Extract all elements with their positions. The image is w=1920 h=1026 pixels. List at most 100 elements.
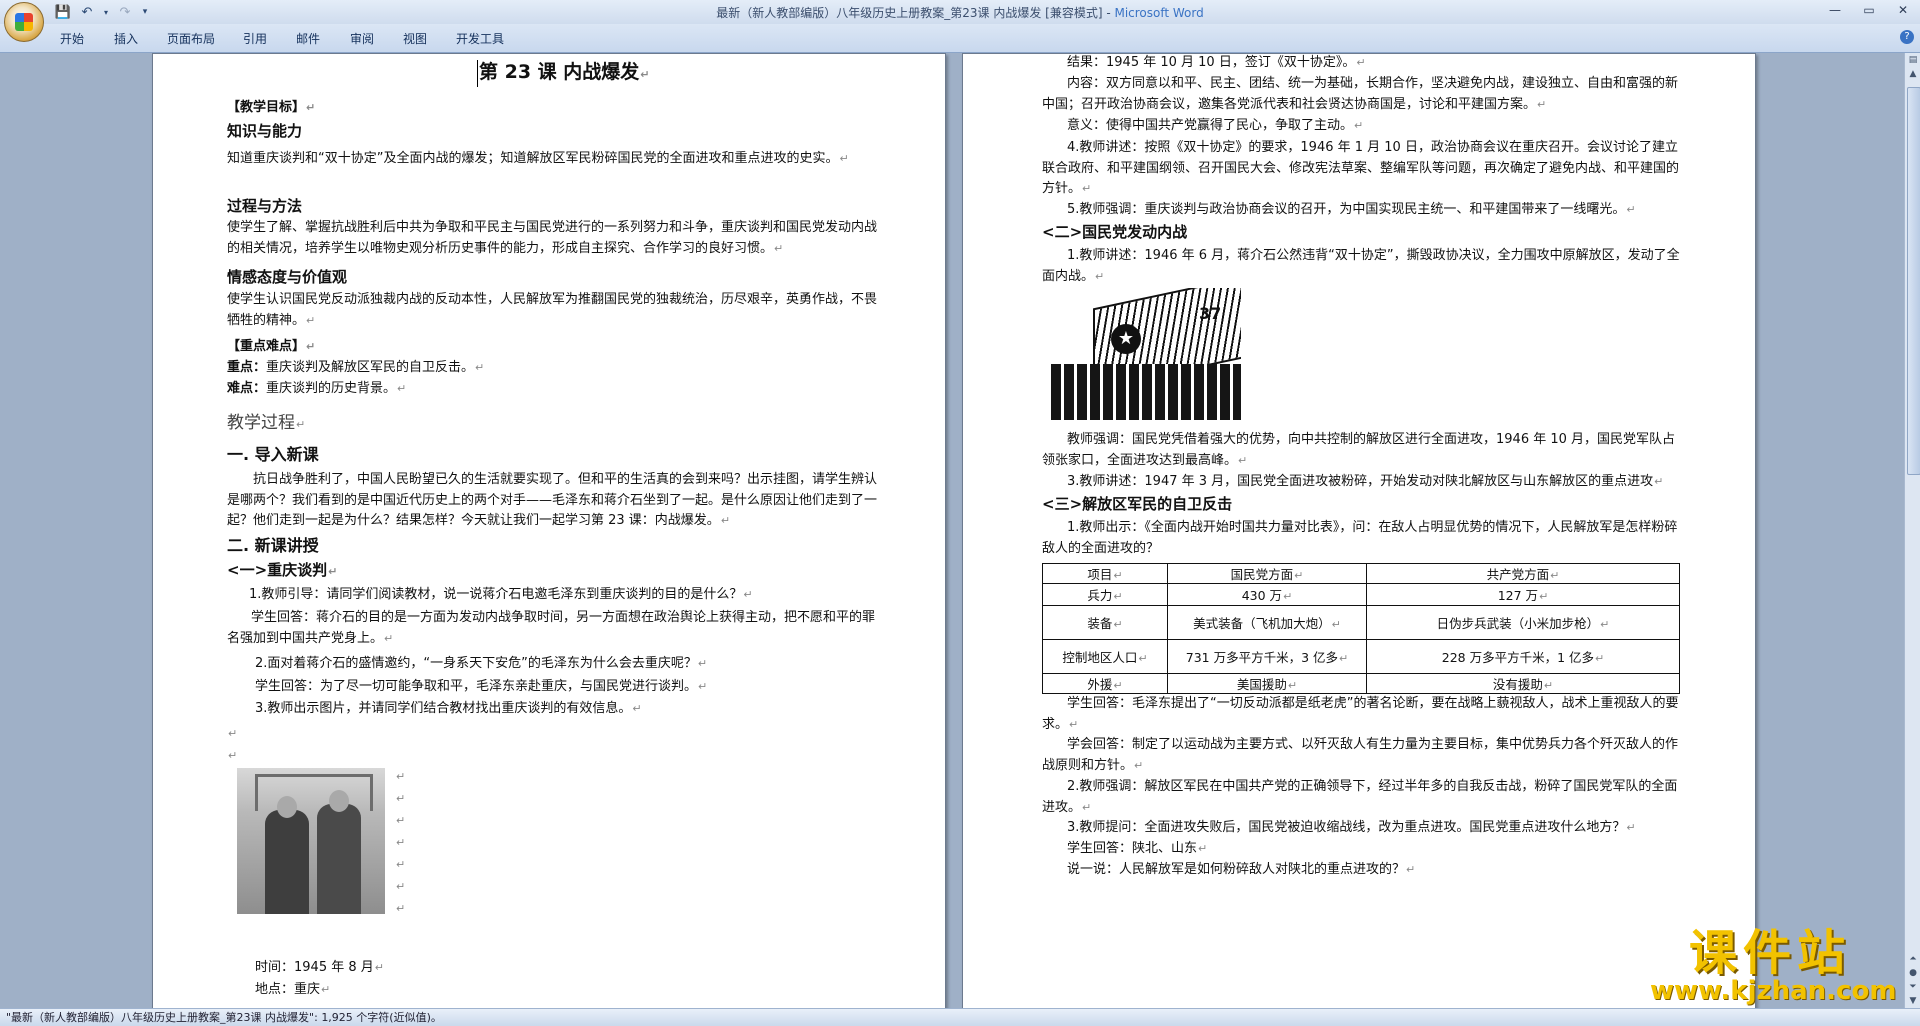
paragraph-teacher-guide[interactable]: 1.教师引导：请同学们阅读教材，说一说蒋介石电邀毛泽东到重庆谈判的目的是什么？↵ [249, 585, 753, 606]
paragraph-teacher-picture[interactable]: 3.教师出示图片，并请同学们结合教材找出重庆谈判的有效信息。↵ [255, 699, 642, 720]
paragraph-attitude[interactable]: 使学生认识国民党反动派独裁内战的反动本性，人民解放军为推翻国民党的独裁统治，历尽… [227, 290, 881, 331]
paragraph-discuss[interactable]: 说一说：人民解放军是如何粉碎敌人对陕北的重点进攻的？↵ [1067, 860, 1415, 881]
document-page-1: 第 23 课 内战爆发↵ 【教学目标】↵ 知识与能力 知道重庆谈判和“双十协定”… [152, 53, 946, 1008]
select-browse-object-icon[interactable]: ● [1905, 966, 1920, 980]
table-cell[interactable]: 美式装备（飞机加大炮）↵ [1167, 605, 1367, 640]
paragraph-teacher-ask-3[interactable]: 3.教师提问：全面进攻失败后，国民党被迫收缩战线，改为重点进攻。国民党重点进攻什… [1067, 818, 1636, 839]
paragraph-teacher-narrate-1[interactable]: 1.教师讲述：1946 年 6 月，蒋介石公然违背“双十协定”，撕毁政协决议，全… [1042, 246, 1682, 287]
previous-page-icon[interactable]: ⏶ [1905, 952, 1920, 966]
tab-mailings[interactable]: 邮件 [296, 30, 320, 47]
table-cell[interactable]: 127 万↵ [1366, 583, 1680, 606]
paragraph-introduction[interactable]: 抗日战争胜利了，中国人民盼望已久的生活就要实现了。但和平的生活真的会到来吗？出示… [227, 470, 881, 532]
heading-self-defense[interactable]: <三>解放区军民的自卫反击 [1042, 494, 1232, 515]
document-page-2: 结果：1945 年 10 月 10 日，签订《双十协定》。↵ 内容：双方同意以和… [962, 53, 1756, 1008]
minimize-icon[interactable]: — [1818, 0, 1852, 20]
tab-home[interactable]: 开始 [60, 30, 84, 47]
civil-war-illustration[interactable]: ★ 37 [1051, 288, 1241, 420]
window-title: 最新（新人教部编版）八年级历史上册教案_第23课 内战爆发 [兼容模式] - M… [0, 4, 1920, 21]
office-button[interactable] [4, 2, 44, 42]
paragraph-time[interactable]: 时间：1945 年 8 月↵ [255, 958, 384, 979]
paragraph-difficulty[interactable]: 难点：重庆谈判的历史背景。↵ [227, 379, 406, 400]
photo-figure-right [317, 804, 361, 914]
app-name: Microsoft Word [1114, 6, 1204, 20]
table-cell[interactable]: 装备↵ [1042, 605, 1168, 640]
table-row: 装备↵ 美式装备（飞机加大炮）↵ 日伪步兵武装（小米加步枪）↵ [1042, 605, 1680, 640]
paragraph-student-answer-3[interactable]: 学生回答：毛泽东提出了“一切反动派都是纸老虎”的著名论断，要在战略上藐视敌人，战… [1042, 694, 1682, 735]
paragraph-student-answer-4[interactable]: 学会回答：制定了以运动战为主要方式、以歼灭敌人有生力量为主要目标，集中优势兵力各… [1042, 735, 1682, 776]
table-cell[interactable]: 228 万多平方千米，1 亿多↵ [1366, 639, 1680, 674]
window-controls: — ▭ ✕ [1818, 0, 1920, 20]
status-bar: "最新（新人教部编版）八年级历史上册教案_第23课 内战爆发": 1,925 个… [0, 1008, 1920, 1026]
paragraph-significance[interactable]: 意义：使得中国共产党赢得了民心，争取了主动。↵ [1067, 116, 1363, 137]
chongqing-talks-photo[interactable] [237, 768, 385, 914]
heading-civil-war-launched[interactable]: <二>国民党发动内战 [1042, 222, 1187, 243]
tab-references[interactable]: 引用 [243, 30, 267, 47]
paragraph-process[interactable]: 使学生了解、掌握抗战胜利后中共为争取和平民主与国民党进行的一系列努力和斗争，重庆… [227, 218, 881, 259]
paragraph-key-point[interactable]: 重点：重庆谈判及解放区军民的自卫反击。↵ [227, 358, 484, 379]
paragraph-teacher-emphasize[interactable]: 教师强调：国民党凭借着强大的优势，向中共控制的解放区进行全面进攻，1946 年 … [1042, 430, 1682, 471]
vertical-scrollbar[interactable]: ▤ ▲ ⏶ ● ⏷ ▼ [1904, 53, 1920, 1008]
paragraph-place[interactable]: 地点：重庆↵ [255, 980, 330, 1001]
lesson-title[interactable]: 第 23 课 内战爆发↵ [477, 60, 650, 87]
paragraph-student-answer-2[interactable]: 学生回答：为了尽一切可能争取和平，毛泽东亲赴重庆，与国民党进行谈判。↵ [255, 677, 707, 698]
paragraph-teacher-narrate-3[interactable]: 3.教师讲述：1947 年 3 月，国民党全面进攻被粉碎，开始发动对陕北解放区与… [1067, 472, 1663, 493]
ruler-toggle-icon[interactable]: ▤ [1905, 53, 1920, 67]
scroll-down-icon[interactable]: ▼ [1905, 994, 1920, 1008]
table-cell[interactable]: 控制地区人口↵ [1042, 639, 1168, 674]
empty-paragraph[interactable]: ↵ [227, 746, 237, 767]
tab-view[interactable]: 视图 [403, 30, 427, 47]
heading-introduction[interactable]: 一. 导入新课 [227, 445, 319, 466]
tab-page-layout[interactable]: 页面布局 [167, 30, 215, 47]
heading-objectives[interactable]: 【教学目标】↵ [227, 98, 315, 119]
force-comparison-table: 项目↵ 国民党方面↵ 共产党方面↵ 兵力↵ 430 万↵ 127 万↵ 装备↵ … [1042, 563, 1680, 694]
tab-review[interactable]: 审阅 [350, 30, 374, 47]
scroll-up-icon[interactable]: ▲ [1905, 67, 1920, 81]
scroll-thumb[interactable] [1907, 87, 1920, 475]
table-header-cell[interactable]: 国民党方面↵ [1167, 563, 1367, 584]
heading-new-lesson[interactable]: 二. 新课讲授 [227, 536, 319, 557]
close-icon[interactable]: ✕ [1886, 0, 1920, 20]
heading-teaching-process[interactable]: 教学过程↵ [227, 413, 305, 436]
paragraph-teacher-narrate-4[interactable]: 4.教师讲述：按照《双十协定》的要求，1946 年 1 月 10 日，政治协商会… [1042, 138, 1682, 200]
document-title: 最新（新人教部编版）八年级历史上册教案_第23课 内战爆发 [兼容模式] - [716, 6, 1115, 20]
heading-key-points[interactable]: 【重点难点】↵ [227, 337, 315, 358]
paragraph-content[interactable]: 内容：双方同意以和平、民主、团结、统一为基础，长期合作，坚决避免内战，建设独立、… [1042, 74, 1682, 115]
table-cell[interactable]: 美国援助↵ [1167, 673, 1367, 694]
tab-developer[interactable]: 开发工具 [456, 30, 504, 47]
paragraph-question-2[interactable]: 2.面对着蒋介石的盛情邀约，“一身系天下安危”的毛泽东为什么会去重庆呢？↵ [255, 654, 707, 675]
empty-paragraph[interactable]: ↵ [227, 724, 237, 745]
table-row: 控制地区人口↵ 731 万多平方千米，3 亿多↵ 228 万多平方千米，1 亿多… [1042, 639, 1680, 674]
paragraph-student-answer-1[interactable]: 学生回答：蒋介石的目的是一方面为发动内战争取时间，另一方面想在政治舆论上获得主动… [227, 608, 881, 649]
paragraph-knowledge[interactable]: 知道重庆谈判和“双十协定”及全面内战的爆发；知道解放区军民粉碎国民党的全面进攻和… [227, 149, 881, 170]
paragraph-teacher-emphasize-2[interactable]: 2.教师强调：解放区军民在中国共产党的正确领导下，经过半年多的自我反击战，粉碎了… [1042, 777, 1682, 818]
table-cell[interactable]: 430 万↵ [1167, 583, 1367, 606]
photo-figure-left [265, 810, 309, 914]
table-header-row: 项目↵ 国民党方面↵ 共产党方面↵ [1042, 563, 1680, 584]
table-header-cell[interactable]: 项目↵ [1042, 563, 1168, 584]
illustration-soldiers [1051, 364, 1241, 420]
paragraph-student-answer-5[interactable]: 学生回答：陕北、山东↵ [1067, 839, 1207, 860]
paragraph-teacher-show[interactable]: 1.教师出示：《全面内战开始时国共力量对比表》，问：在敌人占明显优势的情况下，人… [1042, 518, 1682, 559]
maximize-icon[interactable]: ▭ [1852, 0, 1886, 20]
table-cell[interactable]: 外援↵ [1042, 673, 1168, 694]
table-header-cell[interactable]: 共产党方面↵ [1366, 563, 1680, 584]
help-icon[interactable]: ? [1900, 30, 1914, 44]
paragraph-teacher-emphasize-5[interactable]: 5.教师强调：重庆谈判与政治协商会议的召开，为中国实现民主统一、和平建国带来了一… [1067, 200, 1636, 221]
tab-insert[interactable]: 插入 [114, 30, 138, 47]
table-cell[interactable]: 没有援助↵ [1366, 673, 1680, 694]
ribbon-tabs: 开始 插入 页面布局 引用 邮件 审阅 视图 开发工具 ? [0, 24, 1920, 53]
table-row: 兵力↵ 430 万↵ 127 万↵ [1042, 583, 1680, 606]
watermark-url: www.kjzhan.com [1650, 976, 1897, 1006]
table-cell[interactable]: 日伪步兵武装（小米加步枪）↵ [1366, 605, 1680, 640]
table-cell[interactable]: 731 万多平方千米，3 亿多↵ [1167, 639, 1367, 674]
table-cell[interactable]: 兵力↵ [1042, 583, 1168, 606]
office-logo-icon [15, 13, 33, 31]
photo-head-left [277, 796, 297, 818]
heading-attitude[interactable]: 情感态度与价值观 [227, 267, 347, 288]
heading-chongqing-talks[interactable]: <一>重庆谈判↵ [227, 560, 337, 583]
next-page-icon[interactable]: ⏷ [1905, 980, 1920, 994]
heading-knowledge[interactable]: 知识与能力 [227, 121, 302, 142]
paragraph-result[interactable]: 结果：1945 年 10 月 10 日，签订《双十协定》。↵ [1067, 54, 1366, 74]
heading-process[interactable]: 过程与方法 [227, 196, 302, 217]
title-bar: 💾 ↶ ▾ ↷ ▾ 最新（新人教部编版）八年级历史上册教案_第23课 内战爆发 … [0, 0, 1920, 42]
